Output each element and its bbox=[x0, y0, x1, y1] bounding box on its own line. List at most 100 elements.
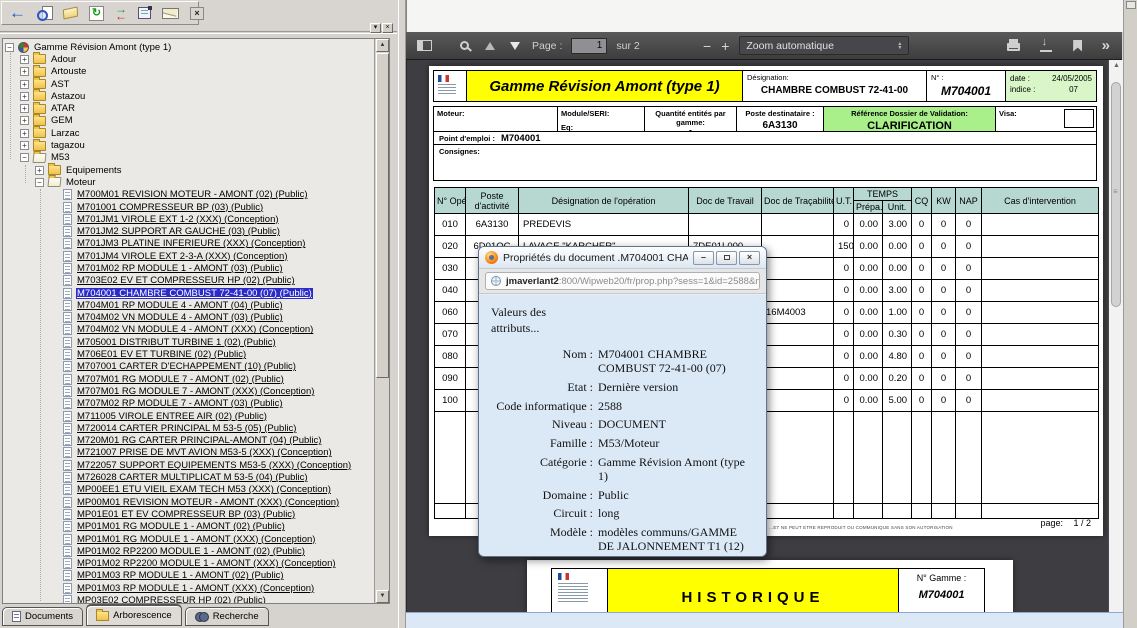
tree-item-label[interactable]: AST bbox=[50, 79, 70, 90]
print-button[interactable] bbox=[1006, 36, 1022, 56]
tree-expander[interactable]: + bbox=[35, 166, 44, 175]
close-button[interactable]: × bbox=[739, 251, 760, 265]
tree-item-label[interactable]: MP01M02 RP2200 MODULE 1 - AMONT (02) (Pu… bbox=[76, 546, 306, 557]
tab-arborescence[interactable]: Arborescence bbox=[86, 604, 182, 626]
tree-expander[interactable]: − bbox=[5, 43, 14, 52]
tree-expander[interactable]: − bbox=[35, 178, 44, 187]
tree-item-label[interactable]: M711005 VIROLE ENTREE AIR (02) (Public) bbox=[76, 411, 268, 422]
scroll-up-arrow[interactable]: ▲ bbox=[376, 39, 389, 52]
tree-item-label[interactable]: M720014 CARTER PRINCIPAL M 53-5 (05) (Pu… bbox=[76, 423, 297, 434]
refresh-button[interactable]: ↻ bbox=[89, 6, 104, 21]
tree-item-label[interactable]: tagazou bbox=[50, 140, 86, 151]
tree-item-label[interactable]: M704M02 VN MODULE 4 - AMONT (XXX) (Conce… bbox=[76, 324, 314, 335]
tree-item-label[interactable]: M707M01 RG MODULE 7 - AMONT (XXX) (Conce… bbox=[76, 386, 315, 397]
zoom-out-button[interactable]: − bbox=[703, 38, 711, 54]
tree-expander[interactable]: + bbox=[20, 67, 29, 76]
download-button[interactable] bbox=[1038, 36, 1054, 56]
minimize-button[interactable]: – bbox=[693, 251, 714, 265]
pane-close-button[interactable]: × bbox=[382, 23, 393, 33]
more-tools-button[interactable]: » bbox=[1102, 38, 1110, 54]
tree-item-label[interactable]: MP01E01 ET EV COMPRESSEUR BP (03) (Publi… bbox=[76, 509, 296, 520]
scroll-down-arrow[interactable]: ▼ bbox=[376, 590, 389, 603]
tree-item-label[interactable]: M726028 CARTER MULTIPLICAT M 53-5 (04) (… bbox=[76, 472, 309, 483]
tree-expander[interactable]: − bbox=[20, 153, 29, 162]
tab-documents[interactable]: Documents bbox=[2, 607, 83, 626]
tree-item-label[interactable]: Adour bbox=[50, 54, 77, 65]
pane-collapse-button[interactable]: ▾ bbox=[370, 23, 381, 33]
tree-expander[interactable]: + bbox=[20, 104, 29, 113]
tree-item-label[interactable]: M701M02 RP MODULE 1 - AMONT (03) (Public… bbox=[76, 263, 284, 274]
tree-item-label[interactable]: M707M02 RP MODULE 7 - AMONT (03) (Public… bbox=[76, 398, 284, 409]
tree-item-label[interactable]: Artouste bbox=[50, 66, 87, 77]
tree-item-label[interactable]: M53 bbox=[50, 152, 70, 163]
tree-expander[interactable]: + bbox=[20, 80, 29, 89]
previous-page-button[interactable] bbox=[482, 36, 498, 56]
toolbar-close-button[interactable]: × bbox=[190, 7, 204, 20]
tree-item-label[interactable]: M707001 CARTER D'ECHAPPEMENT (10) (Publi… bbox=[76, 361, 297, 372]
tree-item-label[interactable]: M701JM3 PLATINE INFERIEURE (XXX) (Concep… bbox=[76, 238, 306, 249]
tree-item-label[interactable]: M721007 PRISE DE MVT AVION M53-5 (XXX) (… bbox=[76, 447, 333, 458]
search-document-button[interactable] bbox=[37, 6, 52, 20]
scrollbar-thumb[interactable] bbox=[1111, 82, 1121, 307]
tree-expander[interactable]: + bbox=[20, 129, 29, 138]
tree-expander[interactable]: + bbox=[20, 92, 29, 101]
tree-expander[interactable]: + bbox=[20, 141, 29, 150]
popup-title-bar[interactable]: Propriétés du document .M704001 CHAMBRE … bbox=[479, 247, 766, 269]
transfer-button[interactable]: →← bbox=[115, 6, 127, 20]
tree-item-label[interactable]: M701JM2 SUPPORT AR GAUCHE (03) (Public) bbox=[76, 226, 281, 237]
tree-item-label[interactable]: MP00M01 REVISION MOTEUR - AMONT (XXX) (C… bbox=[76, 497, 340, 508]
zoom-select[interactable]: Zoom automatique ▲▼ bbox=[739, 36, 909, 55]
tree-item-label[interactable]: M704M02 VN MODULE 4 - AMONT (03) (Public… bbox=[76, 312, 284, 323]
scroll-up-arrow[interactable]: ▲ bbox=[1109, 62, 1124, 69]
tree-item-label[interactable]: Astazou bbox=[50, 91, 86, 102]
send-folder-button[interactable] bbox=[63, 8, 78, 18]
tree-item-label[interactable]: MP01M02 RP2200 MODULE 1 - AMONT (XXX) (C… bbox=[76, 558, 337, 569]
tree-item-label[interactable]: MP01M01 RG MODULE 1 - AMONT (XXX) (Conce… bbox=[76, 534, 316, 545]
tree-item-label[interactable]: GEM bbox=[50, 115, 74, 126]
tree-item-label[interactable]: Larzac bbox=[50, 128, 81, 139]
mail-button[interactable] bbox=[162, 8, 179, 19]
tree-item-label[interactable]: MP01M03 RP MODULE 1 - AMONT (XXX) (Conce… bbox=[76, 583, 315, 594]
tree-item-label[interactable]: MP00EE1 ETU VIEIL EXAM TECH M53 (XXX) (C… bbox=[76, 484, 332, 495]
tree-expander[interactable]: + bbox=[20, 55, 29, 64]
back-button[interactable]: ← bbox=[9, 6, 26, 20]
tree-item-label[interactable]: M720M01 RG CARTER PRINCIPAL-AMONT (04) (… bbox=[76, 435, 322, 446]
tree-item-label[interactable]: Equipements bbox=[65, 165, 122, 176]
tree-item-label[interactable]: M700M01 REVISION MOTEUR - AMONT (02) (Pu… bbox=[76, 189, 309, 200]
tree-item-label[interactable]: Gamme Révision Amont (type 1) bbox=[33, 42, 172, 53]
properties-button[interactable] bbox=[138, 7, 151, 19]
tree-item-label[interactable]: MP01M03 RP MODULE 1 - AMONT (02) (Public… bbox=[76, 570, 285, 581]
tree-item-label[interactable]: M701JM1 VIROLE EXT 1-2 (XXX) (Conception… bbox=[76, 214, 280, 225]
pdf-scrollbar[interactable]: ▲ bbox=[1108, 60, 1123, 612]
tree-item-label[interactable]: M701JM4 VIROLE EXT 2-3-A (XXX) (Concepti… bbox=[76, 251, 289, 262]
toggle-sidebar-button[interactable] bbox=[416, 36, 432, 56]
url-field[interactable]: jmaverlant2:800/Wipweb20/fr/prop.php?ses… bbox=[485, 272, 760, 290]
tree-item-label[interactable]: M706E01 EV ET TURBINE (02) (Public) bbox=[76, 349, 247, 360]
outer-scroll-button[interactable] bbox=[1126, 1, 1136, 9]
scrollbar-thumb[interactable] bbox=[376, 53, 389, 378]
next-page-button[interactable] bbox=[507, 36, 523, 56]
tree-item-label[interactable]: ATAR bbox=[50, 103, 76, 114]
maximize-button[interactable] bbox=[716, 251, 737, 265]
tree-item-label[interactable]: M701001 COMPRESSEUR BP (03) (Public) bbox=[76, 202, 264, 213]
tree-item-label[interactable]: MP01M01 RG MODULE 1 - AMONT (02) (Public… bbox=[76, 521, 286, 532]
toolbar-separator bbox=[0, 31, 397, 34]
tree-item-label[interactable]: M705001 DISTRIBUT TURBINE 1 (02) (Public… bbox=[76, 337, 277, 348]
tree-item-label[interactable]: M707M01 RG MODULE 7 - AMONT (02) (Public… bbox=[76, 374, 285, 385]
tree-item-label[interactable]: M703E02 EV ET COMPRESSEUR HP (02) (Publi… bbox=[76, 275, 296, 286]
pane-splitter[interactable] bbox=[398, 0, 406, 628]
tree-scrollbar[interactable]: ▲ ▼ bbox=[374, 39, 389, 603]
tree-item-label[interactable]: MP03E02 COMPRESSEUR HP (02) (Public) bbox=[76, 595, 267, 603]
tree-item-label[interactable]: M704M01 RP MODULE 4 - AMONT (04) (Public… bbox=[76, 300, 284, 311]
tree-expander[interactable]: + bbox=[20, 116, 29, 125]
tab-recherche[interactable]: Recherche bbox=[185, 607, 269, 626]
page-number-input[interactable] bbox=[571, 38, 607, 54]
pdf-search-button[interactable] bbox=[457, 36, 473, 56]
zoom-in-button[interactable]: + bbox=[721, 38, 729, 54]
tree-item-label[interactable]: Moteur bbox=[65, 177, 97, 188]
empty-cell bbox=[982, 412, 1099, 504]
tree-item-label[interactable]: M704001 CHAMBRE COMBUST 72-41-00 (07) (P… bbox=[76, 288, 313, 299]
tree-item-label[interactable]: M722057 SUPPORT EQUIPEMENTS M53-5 (XXX) … bbox=[76, 460, 352, 471]
tree-guide-line bbox=[40, 189, 41, 601]
bookmark-button[interactable] bbox=[1070, 36, 1086, 56]
